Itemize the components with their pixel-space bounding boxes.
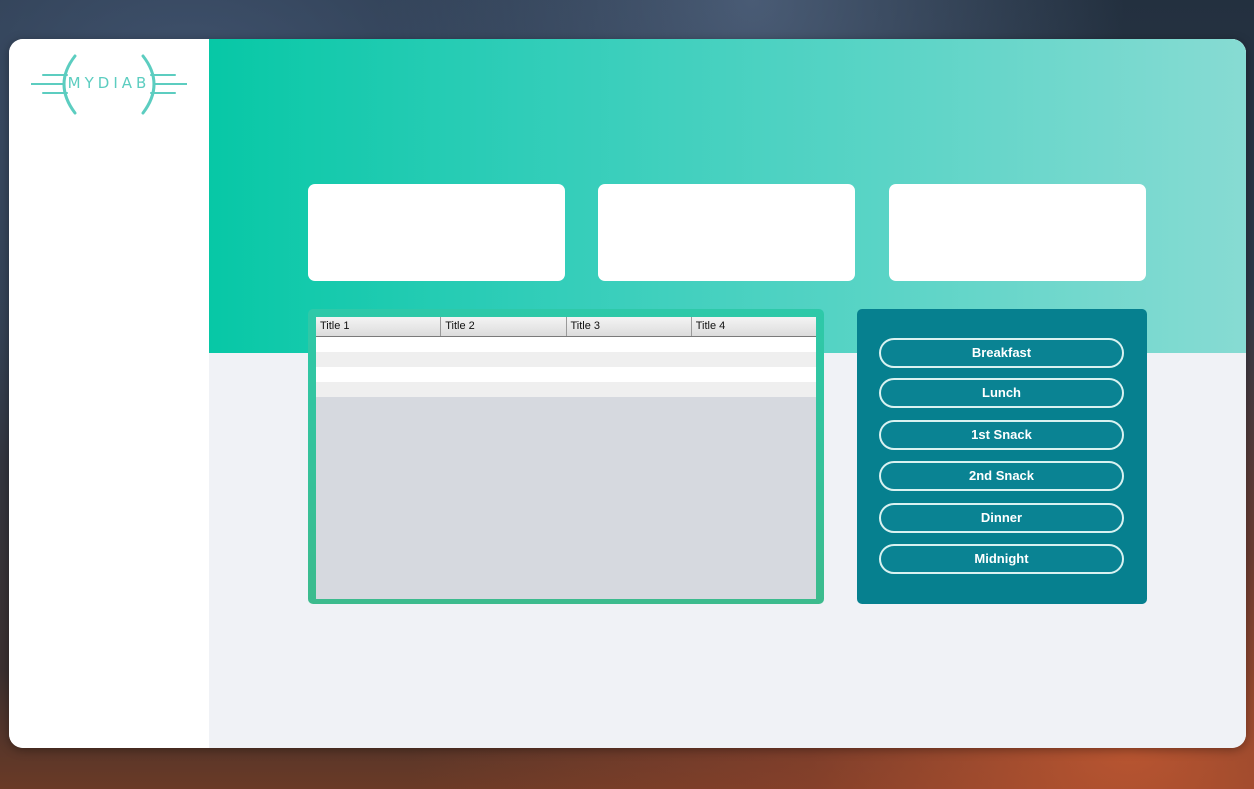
logo: MYDIAB	[31, 53, 187, 119]
stat-card-1	[308, 184, 565, 281]
stat-card-2	[598, 184, 855, 281]
first-snack-button[interactable]: 1st Snack	[879, 420, 1124, 450]
table-row[interactable]	[316, 352, 816, 367]
table-row[interactable]	[316, 382, 816, 397]
lunch-button[interactable]: Lunch	[879, 378, 1124, 408]
app-window: MYDIAB Title 1 Title 2 Title 3 Title 4 B…	[9, 39, 1246, 748]
data-table[interactable]: Title 1 Title 2 Title 3 Title 4	[316, 317, 816, 599]
breakfast-button[interactable]: Breakfast	[879, 338, 1124, 368]
table-header: Title 1 Title 2 Title 3 Title 4	[316, 317, 816, 337]
table-row[interactable]	[316, 367, 816, 382]
column-header[interactable]: Title 3	[567, 317, 692, 336]
main-content: Title 1 Title 2 Title 3 Title 4 Breakfas…	[209, 39, 1246, 748]
sidebar: MYDIAB	[9, 39, 209, 748]
logo-text: MYDIAB	[67, 74, 151, 92]
second-snack-button[interactable]: 2nd Snack	[879, 461, 1124, 491]
dinner-button[interactable]: Dinner	[879, 503, 1124, 533]
stat-card-3	[889, 184, 1146, 281]
column-header[interactable]: Title 4	[692, 317, 816, 336]
table-row[interactable]	[316, 337, 816, 352]
meal-panel: Breakfast Lunch 1st Snack 2nd Snack Dinn…	[857, 309, 1147, 604]
column-header[interactable]: Title 2	[441, 317, 567, 336]
table-panel: Title 1 Title 2 Title 3 Title 4	[308, 309, 824, 604]
column-header[interactable]: Title 1	[316, 317, 442, 336]
midnight-button[interactable]: Midnight	[879, 544, 1124, 574]
